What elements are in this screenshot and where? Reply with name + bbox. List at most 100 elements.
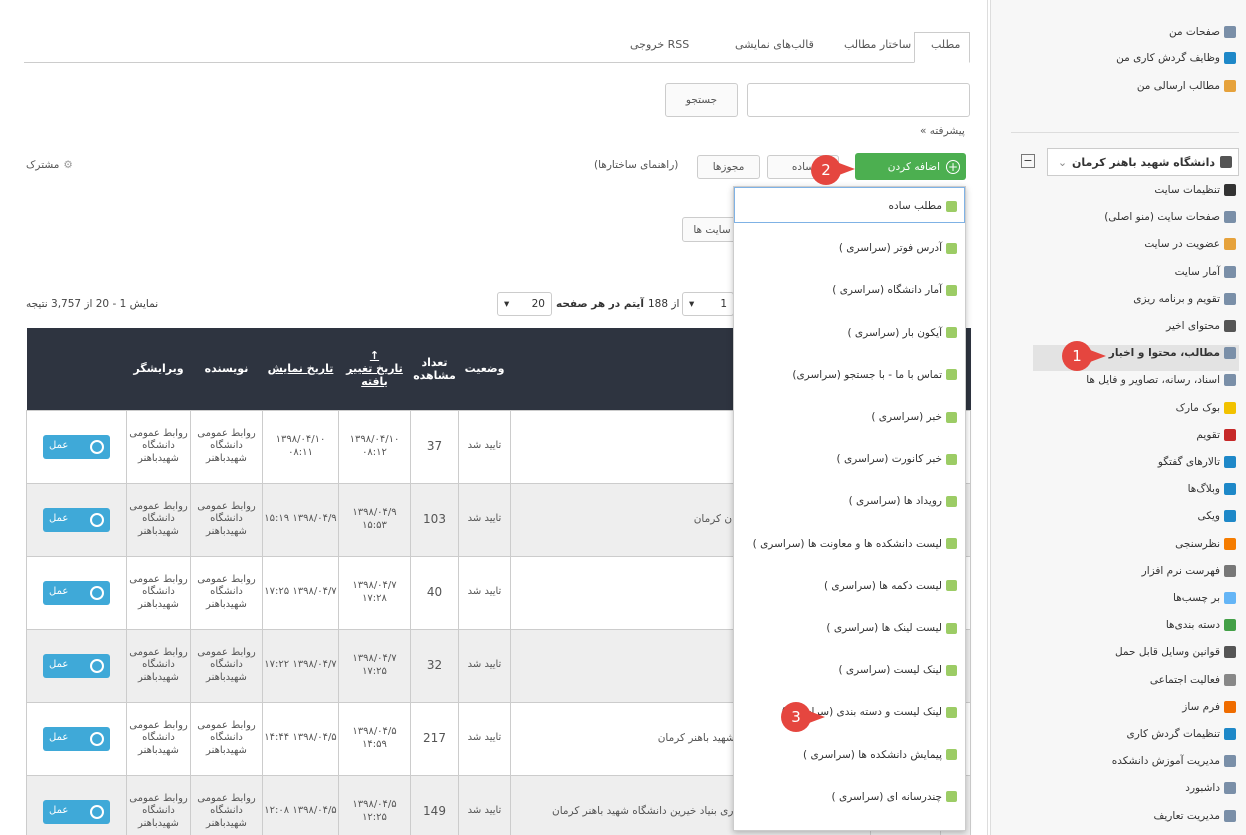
tab-rss[interactable]: RSS خروجی (630, 38, 689, 51)
dropdown-item[interactable]: مطلب ساده (740, 195, 957, 217)
action-cell: عمل (26, 628, 127, 703)
header-status[interactable]: وضعیت (458, 328, 511, 410)
tab-templates[interactable]: قالب‌های نمایشی (735, 38, 814, 51)
sidebar-item-label: آمار سایت (1174, 265, 1220, 278)
sidebar-item[interactable]: صفحات سایت (منو اصلی) (1104, 207, 1236, 227)
editor-cell: روابط عمومی دانشگاه شهیدباهنر (126, 701, 191, 776)
display-date-cell: ۱۳۹۸/۰۴/۱۰ ۰۸:۱۱ (262, 409, 339, 484)
dropdown-item[interactable]: آدرس فوتر (سراسری ) (740, 237, 957, 259)
dropdown-item[interactable]: رویداد ها (سراسری ) (740, 490, 957, 512)
header-changed-date[interactable]: ↑ تاریخ تغییر یافته (338, 328, 411, 410)
dropdown-item[interactable]: لیست دانشکده ها و معاونت ها (سراسری ) (740, 533, 957, 555)
sidebar-item[interactable]: عضویت در سایت (1144, 234, 1236, 254)
author-cell: روابط عمومی دانشگاه شهیدباهنر (190, 409, 263, 484)
advanced-link[interactable]: پیشرفته » (920, 125, 965, 137)
sidebar-item[interactable]: محتوای اخیر (1166, 316, 1236, 336)
site-selector[interactable]: دانشگاه شهید باهنر کرمان ⌄ (1047, 148, 1239, 176)
sidebar-item[interactable]: نظرسنجی (1175, 534, 1236, 554)
menu-item-icon (1224, 510, 1236, 523)
page-icon (1224, 26, 1236, 38)
header-author[interactable]: نویسنده (190, 328, 263, 410)
sidebar-item[interactable]: مطالب، محتوا و اخبار (1109, 343, 1236, 363)
document-icon (946, 453, 957, 465)
page-select[interactable]: ▾ 1 (682, 292, 734, 316)
action-cell: عمل (26, 701, 127, 776)
dropdown-item-label: آدرس فوتر (سراسری ) (838, 242, 942, 255)
sidebar-item[interactable]: مدیریت تعاریف (1154, 806, 1236, 826)
display-date-cell: ۱۳۹۸/۰۴/۷ ۱۷:۲۵ (262, 555, 339, 630)
sidebar-item-my-pages[interactable]: صفحات من (1169, 22, 1236, 42)
sidebar-item-label: بوک مارک (1175, 401, 1220, 414)
collapse-icon[interactable]: − (1021, 154, 1035, 168)
dropdown-item[interactable]: پیمایش دانشکده ها (سراسری ) (740, 744, 957, 766)
changed-date-cell: ۱۳۹۸/۰۴/۵ ۱۲:۲۵ (338, 774, 411, 835)
document-icon (946, 706, 957, 718)
dropdown-item[interactable]: لیست لینک ها (سراسری ) (740, 617, 957, 639)
author-cell: روابط عمومی دانشگاه شهیدباهنر (190, 482, 263, 557)
sidebar-item[interactable]: مدیریت آموزش دانشکده (1112, 751, 1236, 771)
dropdown-item[interactable]: آیکون بار (سراسری ) (740, 322, 957, 344)
action-button[interactable]: عمل (43, 653, 110, 678)
add-button[interactable]: اضافه کردن + (855, 153, 966, 180)
document-icon (946, 664, 957, 676)
sidebar-item[interactable]: وبلاگ‌ها (1188, 479, 1236, 499)
action-button[interactable]: عمل (43, 434, 110, 459)
action-button[interactable]: عمل (43, 799, 110, 824)
sidebar-item[interactable]: بوک مارک (1176, 398, 1236, 418)
sidebar-item[interactable]: فعالیت اجتماعی (1150, 670, 1236, 690)
sidebar-item[interactable]: اسناد، رسانه، تصاویر و فایل ها (1086, 370, 1236, 390)
sidebar-item[interactable]: تالارهای گفتگو (1158, 452, 1236, 472)
action-button[interactable]: عمل (43, 507, 110, 532)
document-icon (946, 538, 957, 550)
structures-guide-link[interactable]: (راهنمای ساختارها) (594, 159, 678, 171)
sidebar-item[interactable]: آمار سایت (1175, 262, 1236, 282)
menu-item-icon (1224, 537, 1236, 550)
dropdown-item[interactable]: لینک لیست (سراسری ) (740, 659, 957, 681)
status-cell: تایید شد (458, 701, 511, 776)
header-editor[interactable]: ویرایشگر (126, 328, 191, 410)
header-display-date[interactable]: تاریخ نمایش (262, 328, 339, 410)
sidebar-item[interactable]: ویکی (1197, 506, 1236, 526)
sidebar-item[interactable]: قوانین وسایل قابل حمل (1115, 642, 1236, 662)
dropdown-item[interactable]: چندرسانه ای (سراسری ) (740, 786, 957, 808)
sidebar-item[interactable]: تنظیمات گردش کاری (1127, 724, 1236, 744)
sidebar-item[interactable]: دسته بندی‌ها (1166, 615, 1236, 635)
per-page-select[interactable]: ▾ 20 (497, 292, 552, 316)
search-input[interactable] (747, 83, 970, 117)
dropdown-item[interactable]: خبر کانورت (سراسری ) (740, 448, 957, 470)
sidebar-item[interactable]: بر چسب‌ها (1173, 588, 1236, 608)
sidebar-item-label: ویکی (1197, 510, 1220, 523)
dropdown-item[interactable]: خبر (سراسری ) (740, 406, 957, 428)
sidebar-item-my-posts[interactable]: مطالب ارسالی من (1137, 76, 1236, 96)
permissions-button[interactable]: مجوزها (697, 155, 760, 179)
sidebar-item[interactable]: تقویم و برنامه ریزی (1133, 289, 1236, 309)
sidebar-item-label: نظرسنجی (1175, 537, 1220, 550)
action-button[interactable]: عمل (43, 726, 110, 751)
tab-content-label[interactable]: مطلب (931, 38, 960, 51)
dropdown-item[interactable]: آمار دانشگاه (سراسری ) (740, 279, 957, 301)
shared-toggle[interactable]: ⚙ مشترک (26, 159, 73, 171)
dropdown-item[interactable]: لینک لیست و دسته بندی (سراسری ) (740, 701, 957, 723)
document-icon (946, 284, 957, 296)
sidebar-item-label: محتوای اخیر (1166, 320, 1220, 332)
chevron-down-icon: ⌄ (1057, 155, 1068, 169)
dropdown-item[interactable]: تماس با ما - با جستجو (سراسری) (740, 364, 957, 386)
sidebar-item[interactable]: تقویم (1196, 425, 1236, 445)
tab-structures[interactable]: ساختار مطالب (844, 38, 911, 51)
search-button[interactable]: جستجو (665, 83, 738, 117)
sidebar-item-my-workflow[interactable]: وظایف گردش کاری من (1116, 48, 1236, 68)
dropdown-item-label: آمار دانشگاه (سراسری ) (832, 284, 942, 297)
sidebar-item[interactable]: فرم ساز (1182, 697, 1236, 717)
action-button[interactable]: عمل (43, 580, 110, 605)
status-cell: تایید شد (458, 555, 511, 630)
dropdown-item-label: رویداد ها (سراسری ) (848, 495, 942, 508)
menu-item-icon (1224, 619, 1236, 632)
dropdown-item[interactable]: لیست دکمه ها (سراسری ) (740, 575, 957, 597)
sidebar-item[interactable]: فهرست نرم افزار (1142, 561, 1236, 581)
sidebar-item-label: فرم ساز (1182, 700, 1220, 713)
menu-item-icon (1224, 374, 1236, 387)
changed-date-cell: ۱۳۹۸/۰۴/۷ ۱۷:۲۸ (338, 555, 411, 630)
header-views[interactable]: تعداد مشاهده (410, 328, 459, 410)
sidebar-item[interactable]: تنظیمات سایت (1154, 180, 1236, 200)
sidebar-item[interactable]: داشبورد (1185, 778, 1236, 798)
